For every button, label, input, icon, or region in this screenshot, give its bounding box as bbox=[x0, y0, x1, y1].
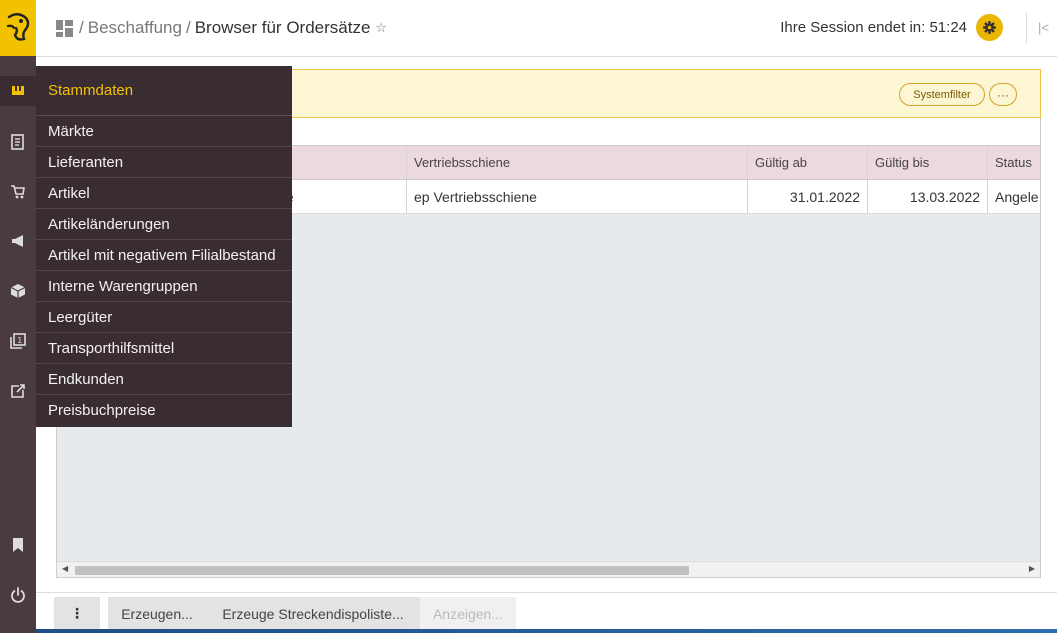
menu-item-endkunden[interactable]: Endkunden bbox=[36, 364, 292, 395]
stammdaten-menu: Stammdaten Märkte Lieferanten Artikel Ar… bbox=[36, 66, 292, 427]
collapse-panel-icon[interactable]: |< bbox=[1038, 20, 1049, 35]
column-header-status[interactable]: Status bbox=[988, 146, 1040, 179]
page-title: Browser für Ordersätze bbox=[194, 18, 371, 37]
bird-logo-icon[interactable] bbox=[0, 0, 36, 56]
session-timer: Ihre Session endet in: 51:24 bbox=[780, 19, 967, 36]
taskbar-strip bbox=[36, 629, 1057, 633]
cell-gueltig-ab: 31.01.2022 bbox=[748, 180, 868, 213]
megaphone-icon[interactable] bbox=[0, 226, 36, 256]
scroll-left-icon[interactable]: ◀ bbox=[62, 564, 68, 573]
menu-title[interactable]: Stammdaten bbox=[36, 66, 292, 116]
scrollbar-thumb[interactable] bbox=[75, 566, 689, 575]
cell-status: Angele bbox=[995, 188, 1039, 205]
breadcrumb-separator: / bbox=[79, 18, 84, 37]
column-header-vertriebsschiene[interactable]: Vertriebsschiene bbox=[407, 146, 748, 179]
menu-item-artikel[interactable]: Artikel bbox=[36, 178, 292, 209]
breadcrumb-parent[interactable]: Beschaffung bbox=[88, 18, 182, 38]
erzeugen-button[interactable]: Erzeugen... bbox=[108, 597, 206, 630]
cell-vertriebsschiene: ep Vertriebsschiene bbox=[407, 180, 748, 213]
breadcrumb-separator: / bbox=[185, 18, 191, 37]
more-options-button[interactable]: ··· bbox=[989, 83, 1017, 106]
menu-item-lieferanten[interactable]: Lieferanten bbox=[36, 147, 292, 178]
master-data-icon[interactable] bbox=[0, 76, 36, 106]
kebab-menu-button[interactable]: ⋮ bbox=[54, 597, 100, 630]
star-icon[interactable]: ☆ bbox=[375, 20, 387, 36]
document-icon[interactable] bbox=[0, 127, 36, 157]
menu-item-artikelaenderungen[interactable]: Artikeländerungen bbox=[36, 209, 292, 240]
export-icon[interactable] bbox=[0, 376, 36, 406]
breadcrumb: / Beschaffung / Browser für Ordersätze ☆ bbox=[56, 18, 387, 38]
box-icon[interactable] bbox=[0, 276, 36, 306]
power-icon[interactable] bbox=[0, 580, 36, 610]
menu-item-maerkte[interactable]: Märkte bbox=[36, 116, 292, 147]
svg-text:1: 1 bbox=[17, 336, 22, 345]
cell-gueltig-bis: 13.03.2022 bbox=[868, 180, 988, 213]
list-number-icon[interactable]: 1 bbox=[0, 326, 36, 356]
scroll-right-icon[interactable]: ▶ bbox=[1029, 564, 1035, 573]
top-header: / Beschaffung / Browser für Ordersätze ☆… bbox=[36, 0, 1057, 57]
cart-icon[interactable] bbox=[0, 176, 36, 206]
dashboard-grid-icon[interactable] bbox=[56, 19, 73, 37]
menu-item-artikel-negativer-filialbestand[interactable]: Artikel mit negativem Filialbestand bbox=[36, 240, 292, 271]
menu-item-transporthilfsmittel[interactable]: Transporthilfsmittel bbox=[36, 333, 292, 364]
bookmark-icon[interactable] bbox=[0, 530, 36, 560]
bottom-action-bar: ⋮ Erzeugen... Erzeuge Streckendispoliste… bbox=[36, 592, 1057, 633]
header-divider bbox=[1026, 12, 1027, 44]
gear-icon[interactable] bbox=[976, 14, 1003, 41]
erzeuge-streckendispoliste-button[interactable]: Erzeuge Streckendispoliste... bbox=[206, 597, 420, 630]
left-rail: 1 bbox=[0, 0, 36, 633]
menu-item-preisbuchpreise[interactable]: Preisbuchpreise bbox=[36, 395, 292, 426]
horizontal-scrollbar[interactable]: ◀ ▶ bbox=[57, 561, 1040, 577]
menu-item-interne-warengruppen[interactable]: Interne Warengruppen bbox=[36, 271, 292, 302]
menu-item-leergueter[interactable]: Leergüter bbox=[36, 302, 292, 333]
column-header-gueltig-ab[interactable]: Gültig ab bbox=[748, 146, 868, 179]
column-header-gueltig-bis[interactable]: Gültig bis bbox=[868, 146, 988, 179]
anzeigen-button[interactable]: Anzeigen... bbox=[420, 597, 516, 630]
systemfilter-button[interactable]: Systemfilter bbox=[899, 83, 985, 106]
